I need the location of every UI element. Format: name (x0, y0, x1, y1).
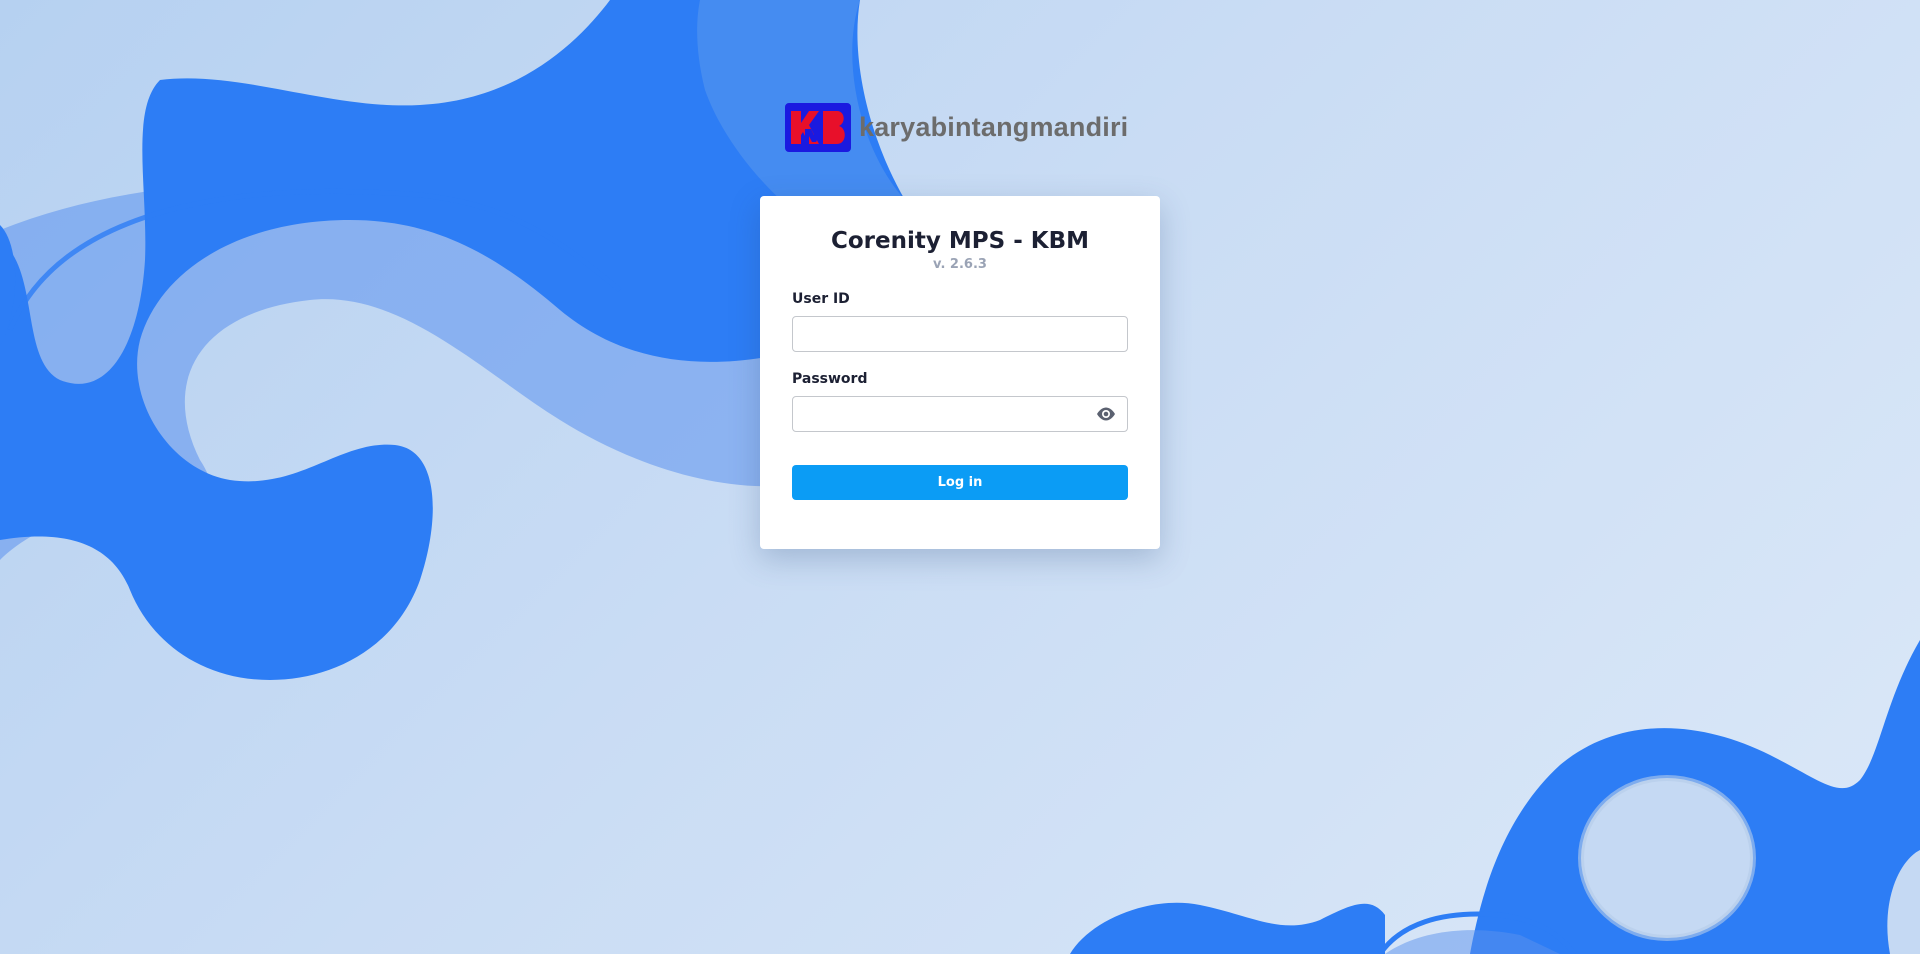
app-version: v. 2.6.3 (933, 257, 987, 272)
password-field-wrap (792, 396, 1128, 432)
login-button[interactable]: Log in (792, 465, 1128, 500)
password-input[interactable] (792, 396, 1128, 432)
login-page: karyabintangmandiri Corenity MPS - KBM v… (0, 0, 1920, 954)
password-label: Password (792, 371, 868, 387)
eye-icon[interactable] (1096, 405, 1116, 423)
app-title: Corenity MPS - KBM (831, 228, 1089, 254)
user-id-label: User ID (792, 291, 850, 307)
brand-name: karyabintangmandiri (859, 111, 1129, 142)
user-id-field-wrap (792, 316, 1128, 352)
user-id-input[interactable] (792, 316, 1128, 352)
brand-header: karyabintangmandiri (785, 102, 1128, 152)
login-card: Corenity MPS - KBM v. 2.6.3 User ID Pass… (760, 196, 1160, 549)
kbm-logo (785, 102, 851, 152)
